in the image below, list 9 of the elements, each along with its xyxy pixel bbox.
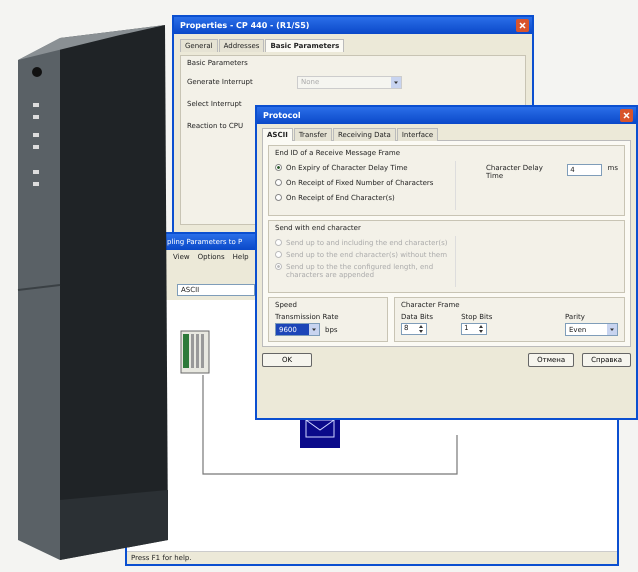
caret-icon[interactable] (607, 324, 617, 335)
spinner-arrows-icon[interactable] (418, 324, 424, 334)
caret-icon[interactable] (309, 324, 319, 335)
window-title: Properties - CP 440 - (R1/S5) (174, 17, 532, 34)
spinner-arrows-icon[interactable] (478, 324, 484, 334)
window-title: Protocol (257, 107, 636, 124)
close-icon[interactable] (516, 19, 529, 32)
plc-icon (180, 330, 210, 374)
close-icon[interactable] (620, 109, 633, 122)
